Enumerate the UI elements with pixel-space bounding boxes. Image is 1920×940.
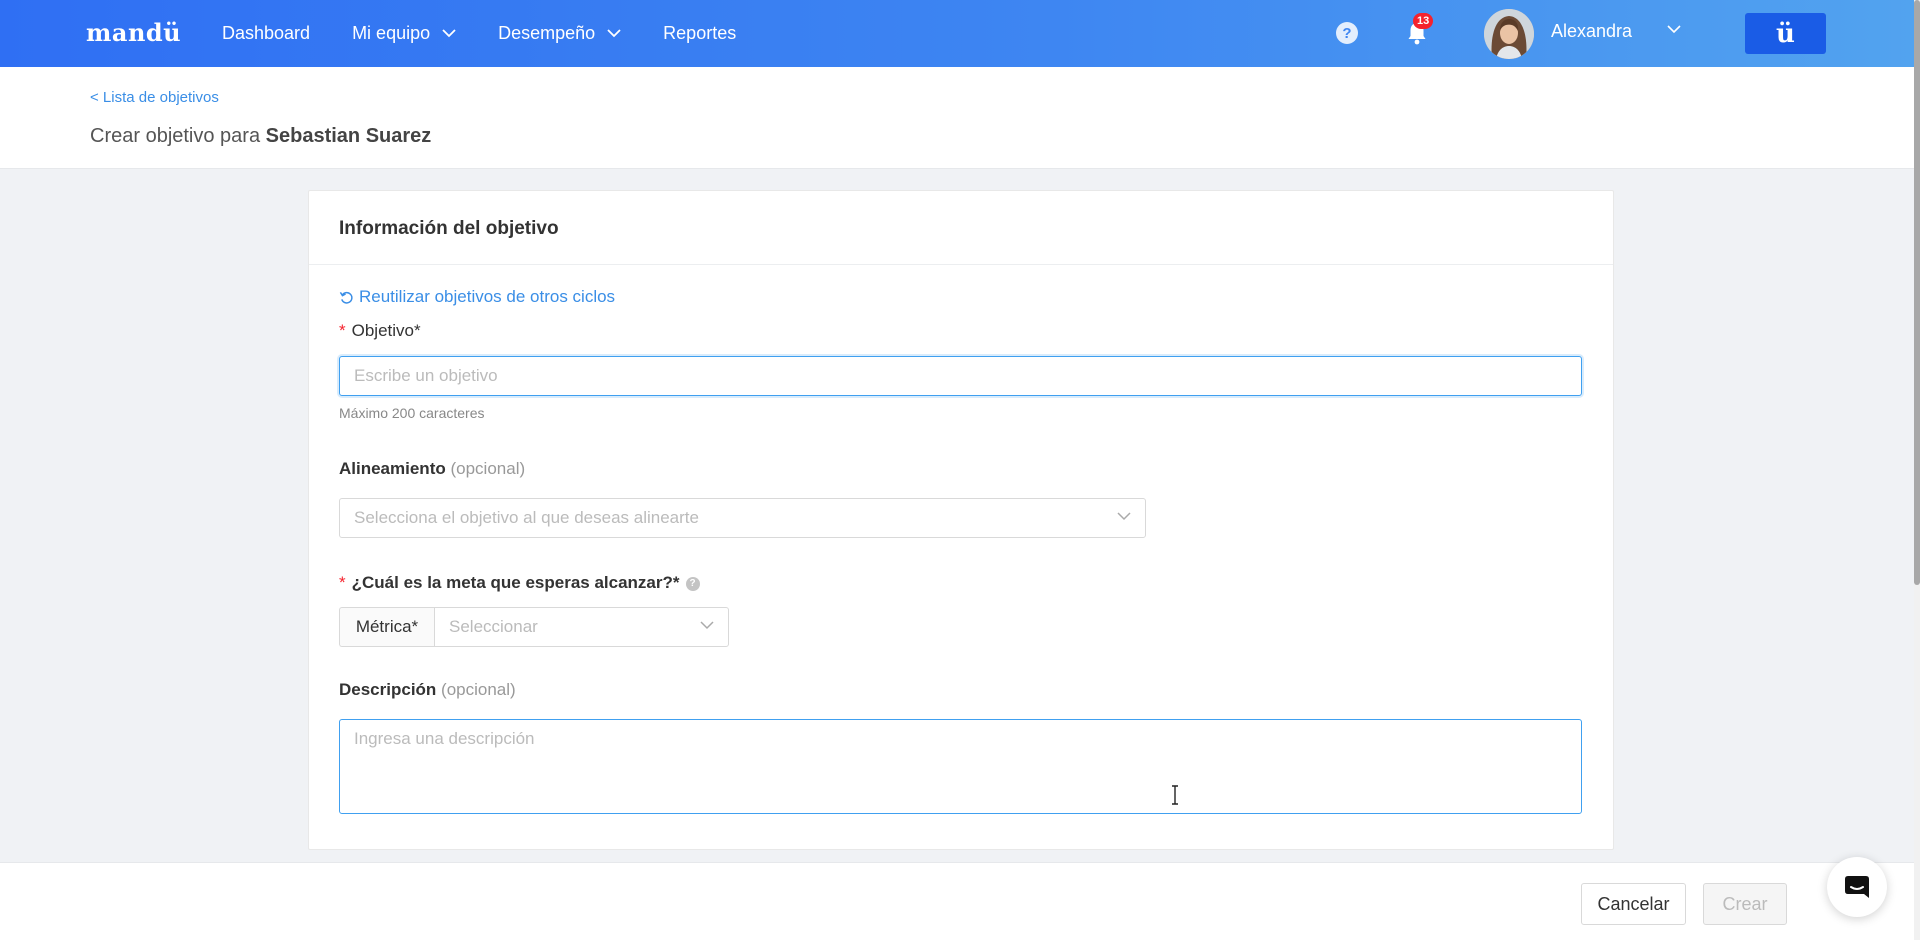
user-avatar[interactable]	[1484, 9, 1534, 59]
objetivo-label: * Objetivo*	[339, 321, 421, 341]
page-scrollbar[interactable]	[1914, 0, 1920, 940]
nav-desempeno[interactable]: Desempeño	[498, 23, 621, 44]
nav-mi-equipo[interactable]: Mi equipo	[352, 23, 456, 44]
description-textarea[interactable]	[339, 719, 1582, 814]
form-footer: Cancelar Crear	[0, 862, 1914, 940]
alignment-select-placeholder: Selecciona el objetivo al que deseas ali…	[354, 508, 699, 527]
objetivo-label-text: Objetivo*	[351, 321, 421, 340]
required-asterisk: *	[339, 321, 346, 340]
page-title: Crear objetivo para Sebastian Suarez	[90, 125, 431, 148]
metric-select-placeholder: Seleccionar	[449, 617, 538, 636]
card-header: Información del objetivo	[309, 191, 1613, 265]
create-button[interactable]: Crear	[1703, 883, 1787, 925]
brand-menu-button[interactable]: ü	[1745, 13, 1826, 54]
avatar-photo	[1484, 9, 1534, 59]
required-asterisk: *	[339, 573, 346, 592]
nav-reportes-label: Reportes	[663, 23, 737, 43]
chat-launcher-button[interactable]	[1827, 857, 1887, 917]
nav-desempeno-label: Desempeño	[498, 23, 596, 43]
nav-mi-equipo-label: Mi equipo	[352, 23, 431, 43]
nav-dashboard-label: Dashboard	[222, 23, 311, 43]
mandu-logo[interactable]: mandü	[86, 18, 181, 47]
chevron-down-icon	[442, 29, 456, 38]
alineamiento-optional: (opcional)	[450, 459, 526, 478]
help-icon[interactable]: ?	[1336, 22, 1358, 44]
page-title-prefix: Crear objetivo para	[90, 125, 261, 147]
text-cursor-icon	[1172, 785, 1178, 805]
chat-icon	[1845, 876, 1869, 898]
metric-select[interactable]: Seleccionar	[434, 607, 729, 647]
meta-label-text: ¿Cuál es la meta que esperas alcanzar?*	[351, 573, 680, 592]
nav-reportes[interactable]: Reportes	[663, 23, 736, 44]
page-header: < Lista de objetivos Crear objetivo para…	[0, 67, 1914, 169]
chevron-down-icon[interactable]	[1667, 25, 1681, 34]
descripcion-label-text: Descripción	[339, 680, 437, 699]
refresh-icon	[339, 291, 353, 304]
page-title-employee: Sebastian Suarez	[265, 125, 432, 147]
alineamiento-label: Alineamiento (opcional)	[339, 459, 525, 479]
objective-char-limit-hint: Máximo 200 caracteres	[339, 405, 485, 421]
reuse-objectives-label: Reutilizar objetivos de otros ciclos	[359, 287, 616, 306]
chevron-down-icon	[700, 621, 714, 630]
reuse-objectives-link[interactable]: Reutilizar objetivos de otros ciclos	[339, 287, 615, 307]
objective-form-card: Información del objetivo Reutilizar obje…	[308, 190, 1614, 850]
descripcion-optional: (opcional)	[441, 680, 516, 699]
top-navbar: mandü Dashboard Mi equipo Desempeño Repo…	[0, 0, 1914, 67]
section-title: Información del objetivo	[339, 218, 559, 239]
nav-dashboard[interactable]: Dashboard	[222, 23, 310, 44]
objective-input[interactable]	[339, 356, 1582, 396]
metric-addon-label: Métrica*	[339, 607, 434, 647]
scrollbar-thumb[interactable]	[1914, 0, 1920, 585]
cancel-button[interactable]: Cancelar	[1581, 883, 1686, 925]
user-name[interactable]: Alexandra	[1551, 21, 1632, 42]
notification-badge: 13	[1413, 13, 1434, 29]
alignment-select[interactable]: Selecciona el objetivo al que deseas ali…	[339, 498, 1146, 538]
meta-label: * ¿Cuál es la meta que esperas alcanzar?*…	[339, 573, 700, 593]
info-icon[interactable]: ?	[685, 576, 700, 591]
back-to-objectives-link[interactable]: < Lista de objetivos	[90, 89, 219, 106]
chevron-down-icon	[1117, 512, 1131, 521]
metric-input-group: Métrica* Seleccionar	[339, 607, 729, 647]
main-nav: Dashboard Mi equipo Desempeño Reportes	[222, 0, 778, 67]
chevron-down-icon	[607, 29, 621, 38]
descripcion-label: Descripción (opcional)	[339, 680, 516, 700]
alineamiento-label-text: Alineamiento	[339, 459, 446, 478]
